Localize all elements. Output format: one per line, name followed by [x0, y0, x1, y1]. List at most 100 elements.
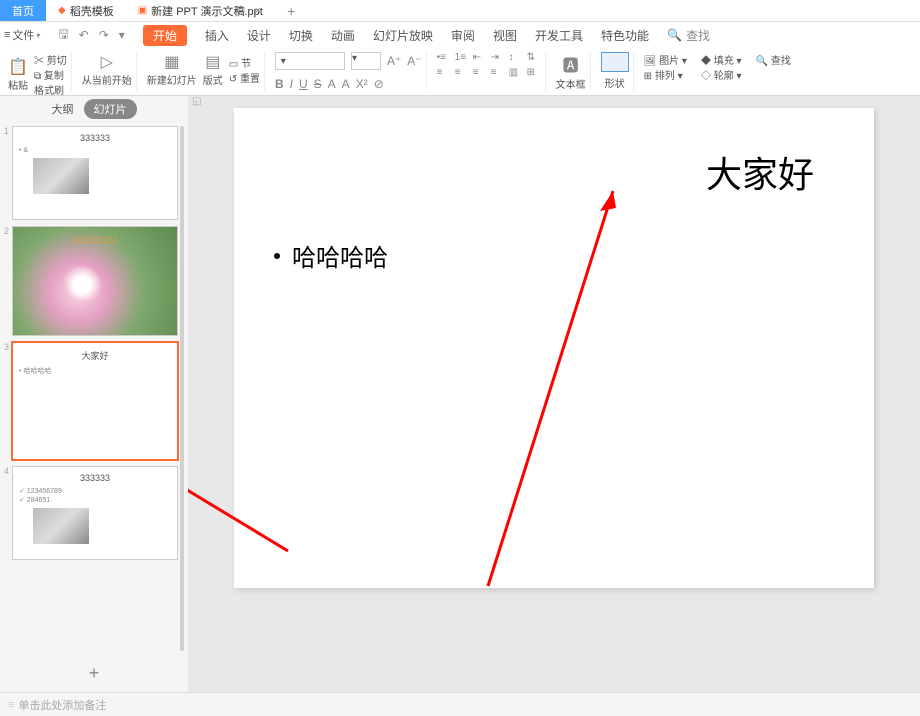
ribbon-tab-review[interactable]: 审阅	[451, 27, 475, 44]
group-shape: 形状	[597, 52, 634, 91]
slide-canvas[interactable]: 大家好 哈哈哈哈	[234, 108, 874, 588]
canvas-area[interactable]: ◱ 大家好 哈哈哈哈	[188, 96, 920, 692]
tab-document[interactable]: ▣ 新建 PPT 演示文稿.ppt ⧉ ×	[126, 0, 273, 21]
find-button[interactable]: 🔍 查找	[756, 52, 791, 67]
ribbon-toolbar: 📋 粘贴 ✂ 剪切 ⧉ 复制 格式刷 ▷ 从当前开始 ▦ 新建幻灯片 ▤ 版式	[0, 48, 920, 96]
strike-button[interactable]: S	[314, 77, 322, 91]
slide-thumbnail-4[interactable]: 333333 ✓ 123456789 ✓ 284651	[12, 466, 178, 560]
increase-font-button[interactable]: A⁺	[387, 54, 401, 68]
align-right-icon[interactable]: ≡	[473, 67, 487, 78]
thumb-line: • 哈哈哈哈	[19, 366, 171, 376]
play-icon[interactable]: ▷	[82, 52, 132, 72]
paste-icon[interactable]: 📋	[8, 57, 28, 77]
slide-body[interactable]: 哈哈哈哈	[274, 238, 834, 273]
font-color-button[interactable]: A	[328, 77, 336, 91]
slide-thumbnail-1[interactable]: 333333 • &	[12, 126, 178, 220]
copy-button[interactable]: ⧉ 复制	[34, 67, 67, 82]
bullet-list-icon[interactable]: •≡	[437, 52, 451, 63]
copy-icon: ⧉	[34, 71, 41, 82]
outline-button[interactable]: ◇ 轮廓 ▾	[701, 67, 742, 82]
cut-button[interactable]: ✂ 剪切	[34, 52, 67, 67]
thumb-number: 2	[4, 226, 10, 336]
reset-button[interactable]: ↺ 重置	[229, 70, 260, 85]
group-textbox: 🅰 文本框	[552, 52, 591, 91]
thumb-title: 222222222	[13, 235, 177, 245]
format-painter-button[interactable]: 格式刷	[34, 82, 67, 96]
underline-button[interactable]: U	[299, 77, 308, 91]
restore-icon[interactable]: ⧉	[237, 4, 245, 17]
number-list-icon[interactable]: 1≡	[455, 52, 469, 63]
ribbon-search[interactable]: 🔍 查找	[667, 27, 710, 44]
notes-placeholder[interactable]: 单击此处添加备注	[18, 697, 106, 713]
slide-panel-tabs: 大纲 幻灯片	[0, 96, 188, 122]
thumb-line: ✓ 123456789	[19, 487, 171, 495]
indent-right-icon[interactable]: ⇥	[491, 52, 505, 63]
superscript-button[interactable]: X²	[356, 77, 368, 91]
undo-icon[interactable]: ↶	[79, 28, 89, 42]
save-icon[interactable]: 🖫	[58, 25, 68, 46]
outline-tab[interactable]: 大纲	[52, 101, 74, 117]
slide-thumbnail-3[interactable]: 大家好 • 哈哈哈哈	[12, 342, 178, 460]
clear-format-button[interactable]: ⊘	[374, 77, 384, 91]
flame-icon: ◆	[58, 5, 66, 16]
ribbon-tab-transition[interactable]: 切换	[289, 27, 313, 44]
highlight-button[interactable]: A	[342, 77, 350, 91]
fill-button[interactable]: ◆ 填充 ▾	[701, 52, 742, 67]
from-current-label: 从当前开始	[82, 72, 132, 87]
ribbon-tab-special[interactable]: 特色功能	[601, 27, 649, 44]
ribbon-tab-view[interactable]: 视图	[493, 27, 517, 44]
italic-button[interactable]: I	[290, 77, 293, 91]
align-left-icon[interactable]: ≡	[437, 67, 451, 78]
slide-bullet-text[interactable]: 哈哈哈哈	[292, 238, 388, 273]
thumb-image	[33, 508, 89, 544]
file-menu[interactable]: ≡ 文件 ▾	[4, 27, 40, 43]
slides-tab[interactable]: 幻灯片	[84, 99, 137, 119]
columns-icon[interactable]: ▥	[509, 67, 523, 78]
align-center-icon[interactable]: ≡	[455, 67, 469, 78]
file-menu-label: 文件	[12, 27, 34, 43]
new-tab-button[interactable]: +	[273, 0, 309, 21]
slide-title-text[interactable]: 大家好	[706, 146, 814, 198]
ribbon-tab-slideshow[interactable]: 幻灯片放映	[373, 27, 433, 44]
group-slides: ▦ 新建幻灯片 ▤ 版式 ▭ 节 ↺ 重置	[143, 52, 265, 91]
arrange-button[interactable]: ⊞ 排列 ▾	[644, 67, 687, 82]
ribbon-tab-start[interactable]: 开始	[143, 25, 187, 46]
font-size-select[interactable]: ▾	[351, 52, 381, 70]
shape-gallery[interactable]	[601, 52, 629, 75]
align-dist-icon[interactable]: ⊞	[527, 67, 541, 78]
ribbon-search-label: 查找	[686, 27, 710, 44]
line-spacing-icon[interactable]: ↕	[509, 52, 523, 63]
picture-button[interactable]: 🖼 图片 ▾	[644, 52, 687, 67]
ribbon-tab-animation[interactable]: 动画	[331, 27, 355, 44]
slide-thumbnail-2[interactable]: 222222222	[12, 226, 178, 336]
quick-access: 🖫 ↶ ↷ ▾	[58, 25, 124, 46]
redo-icon[interactable]: ↷	[99, 28, 109, 42]
qat-more-icon[interactable]: ▾	[119, 28, 125, 42]
tab-template[interactable]: ◆ 稻壳模板	[46, 0, 126, 21]
text-direction-icon[interactable]: ⇅	[527, 52, 541, 63]
group-clipboard: 📋 粘贴 ✂ 剪切 ⧉ 复制 格式刷	[4, 52, 72, 91]
indent-left-icon[interactable]: ⇤	[473, 52, 487, 63]
thumb-image: 222222222	[13, 227, 177, 335]
align-justify-icon[interactable]: ≡	[491, 67, 505, 78]
close-icon[interactable]: ×	[255, 5, 261, 17]
ribbon-tab-insert[interactable]: 插入	[205, 27, 229, 44]
thumbnails[interactable]: 1 333333 • & 2 222222222 3	[0, 122, 188, 655]
decrease-font-button[interactable]: A⁻	[407, 54, 421, 68]
layout-icon[interactable]: ▤	[203, 52, 223, 72]
ribbon-tab-dev[interactable]: 开发工具	[535, 27, 583, 44]
chevron-down-icon: ▾	[36, 31, 40, 40]
group-paragraph: •≡ 1≡ ⇤ ⇥ ↕ ⇅ ≡ ≡ ≡ ≡ ▥ ⊞	[433, 52, 546, 91]
group-style: ◆ 填充 ▾ ◇ 轮廓 ▾	[697, 52, 746, 91]
tab-home[interactable]: 首页	[0, 0, 46, 21]
section-button[interactable]: ▭ 节	[229, 55, 260, 70]
notes-bar[interactable]: ≡ 单击此处添加备注	[0, 692, 920, 716]
textbox-icon[interactable]: 🅰	[556, 52, 586, 76]
bold-button[interactable]: B	[275, 77, 284, 91]
new-slide-icon[interactable]: ▦	[147, 52, 197, 72]
cut-icon: ✂	[34, 56, 44, 67]
add-slide-button[interactable]: +	[0, 655, 188, 692]
ruler-origin-icon: ◱	[192, 96, 201, 107]
font-family-select[interactable]: ▾	[275, 52, 345, 70]
ribbon-tab-design[interactable]: 设计	[247, 27, 271, 44]
